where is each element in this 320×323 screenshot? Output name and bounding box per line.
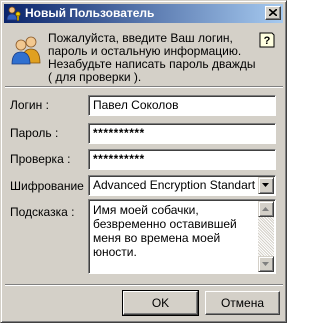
instruction-text: Пожалуйста, введите Ваш логин, пароль и … (48, 31, 256, 84)
confirm-password-input[interactable]: ********** (88, 149, 276, 170)
encryption-select[interactable]: Advanced Encryption Standart (88, 175, 276, 196)
hint-label: Подсказка : (10, 205, 75, 219)
login-label: Логин : (10, 98, 49, 112)
hint-text: Имя моей собачки, безвременно оставившей… (93, 203, 237, 259)
arrow-down-icon (262, 262, 269, 266)
info-header: Пожалуйста, введите Ваш логин, пароль и … (5, 24, 283, 87)
svg-text:?: ? (264, 35, 271, 47)
encryption-value: Advanced Encryption Standart (93, 178, 256, 192)
users-icon (10, 33, 44, 65)
hint-textarea[interactable]: Имя моей собачки, безвременно оставившей… (88, 199, 276, 274)
user-key-icon (6, 5, 22, 21)
login-input[interactable]: Павел Соколов (88, 95, 276, 116)
cancel-button[interactable]: Отмена (205, 291, 280, 315)
arrow-up-icon (262, 207, 269, 211)
new-user-dialog: Новый Пользователь Пожалуйста, введите В… (0, 0, 287, 323)
password-label: Пароль : (10, 126, 59, 140)
encryption-dropdown-button[interactable] (258, 177, 274, 194)
scroll-down-button[interactable] (258, 256, 274, 272)
hint-scrollbar[interactable] (258, 201, 274, 272)
window-title: Новый Пользователь (25, 6, 155, 20)
ok-button[interactable]: OK (122, 290, 199, 316)
title-bar[interactable]: Новый Пользователь (4, 4, 283, 23)
password-input[interactable]: ********** (88, 123, 276, 144)
scroll-up-button[interactable] (258, 201, 274, 217)
close-icon (269, 9, 277, 16)
chevron-down-icon (262, 183, 269, 187)
close-button[interactable] (265, 6, 281, 20)
footer-divider (5, 284, 283, 286)
encryption-label: Шифрование : (10, 179, 91, 193)
help-icon[interactable]: ? (259, 32, 275, 48)
confirm-password-label: Проверка : (10, 152, 71, 166)
header-divider (5, 86, 283, 88)
